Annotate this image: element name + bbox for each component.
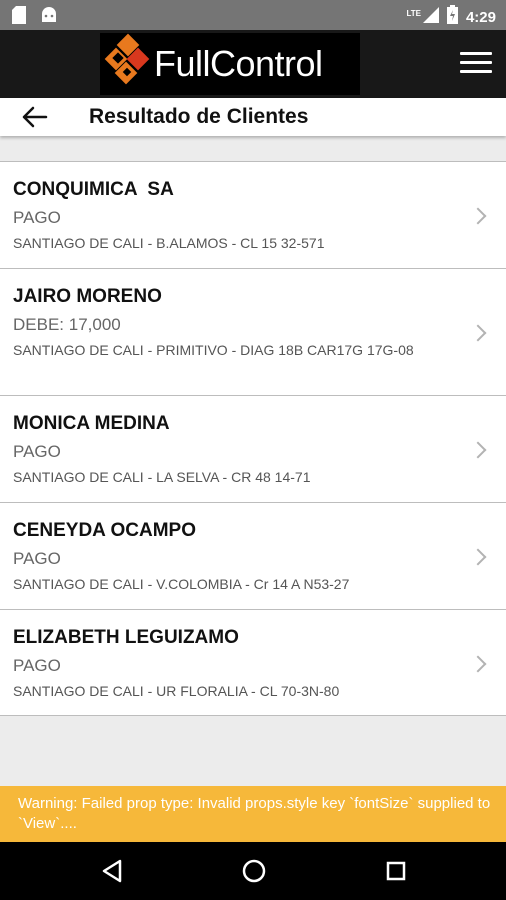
fullcontrol-logo: FullControl (100, 33, 360, 95)
client-address: SANTIAGO DE CALI - LA SELVA - CR 48 14-7… (13, 469, 311, 485)
app-bar: FullControl (0, 30, 506, 98)
client-address: SANTIAGO DE CALI - B.ALAMOS - CL 15 32-5… (13, 235, 325, 251)
battery-charging-icon (446, 5, 458, 29)
client-status: PAGO (13, 208, 61, 227)
network-type-label: LTE (406, 8, 421, 18)
client-list-item[interactable]: ELIZABETH LEGUIZAMO PAGO SANTIAGO DE CAL… (0, 609, 506, 716)
client-status: PAGO (13, 442, 61, 461)
page-header: Resultado de Clientes (0, 98, 506, 136)
logo-text: FullControl (154, 43, 323, 84)
client-name: ELIZABETH LEGUIZAMO (13, 627, 239, 648)
chevron-right-icon (469, 207, 487, 225)
android-icon (40, 6, 58, 29)
client-status: PAGO (13, 549, 61, 568)
client-list-item[interactable]: JAIRO MORENO DEBE: 17,000 SANTIAGO DE CA… (0, 268, 506, 395)
client-list-item[interactable]: CENEYDA OCAMPO PAGO SANTIAGO DE CALI - V… (0, 502, 506, 609)
client-address: SANTIAGO DE CALI - UR FLORALIA - CL 70-3… (13, 683, 340, 699)
page-title: Resultado de Clientes (89, 105, 309, 128)
client-list-item[interactable]: MONICA MEDINA PAGO SANTIAGO DE CALI - LA… (0, 395, 506, 502)
client-address: SANTIAGO DE CALI - PRIMITIVO - DIAG 18B … (13, 342, 414, 358)
back-triangle-icon[interactable] (98, 856, 128, 886)
client-address: SANTIAGO DE CALI - V.COLOMBIA - Cr 14 A … (13, 576, 350, 592)
logo-mark-icon (100, 33, 152, 95)
recents-square-icon[interactable] (381, 856, 411, 886)
client-name: CONQUIMICA SA (13, 179, 174, 200)
chevron-right-icon (469, 324, 487, 342)
chevron-right-icon (469, 655, 487, 673)
client-status: PAGO (13, 656, 61, 675)
hamburger-menu-icon[interactable] (460, 52, 492, 76)
signal-icon (422, 6, 439, 28)
client-list-item[interactable]: CONQUIMICA SA PAGO SANTIAGO DE CALI - B.… (0, 161, 506, 268)
navigation-bar (0, 842, 506, 900)
client-name: CENEYDA OCAMPO (13, 520, 196, 541)
home-circle-icon[interactable] (239, 856, 269, 886)
status-time: 4:29 (465, 8, 496, 26)
chevron-right-icon (469, 441, 487, 459)
client-name: JAIRO MORENO (13, 286, 162, 307)
client-name: MONICA MEDINA (13, 413, 170, 434)
client-list: CONQUIMICA SA PAGO SANTIAGO DE CALI - B.… (0, 161, 506, 716)
warning-banner[interactable]: Warning: Failed prop type: Invalid props… (0, 786, 506, 842)
chevron-right-icon (469, 548, 487, 566)
client-status: DEBE: 17,000 (13, 315, 121, 334)
sd-card-icon (12, 6, 26, 29)
arrow-left-icon[interactable] (20, 104, 50, 130)
status-bar: LTE 4:29 (0, 0, 506, 30)
